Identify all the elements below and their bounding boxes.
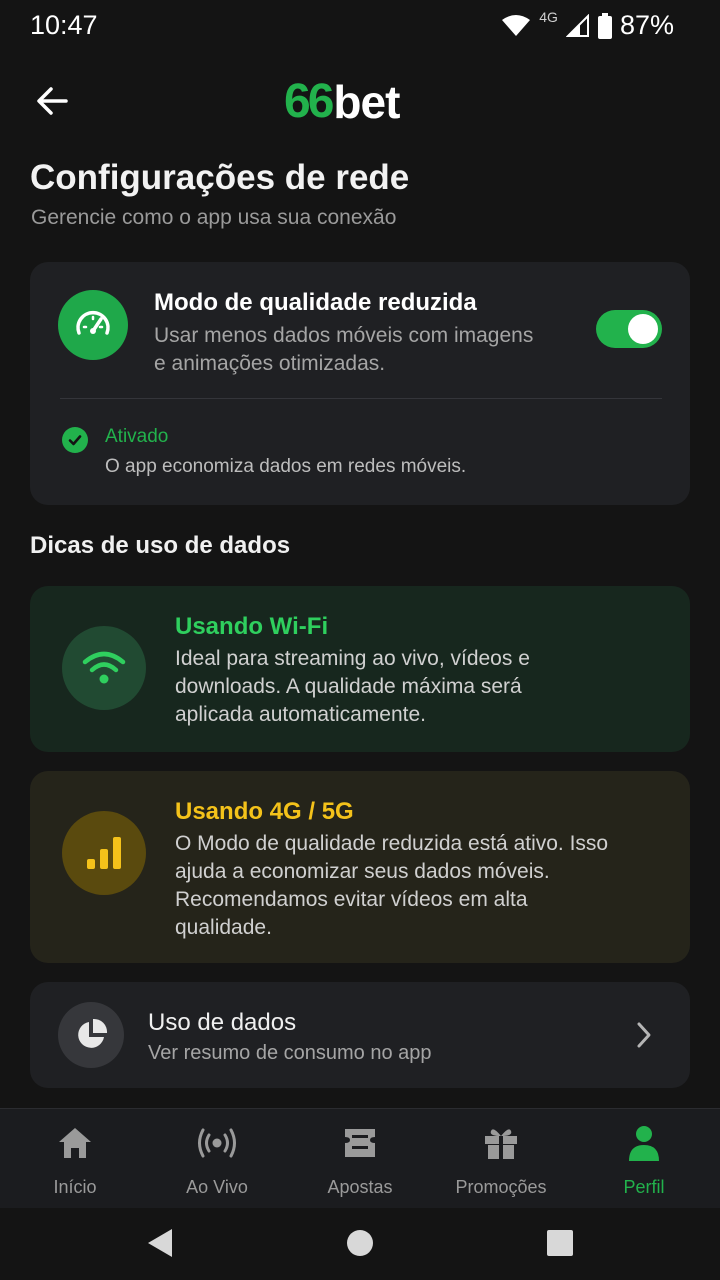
network-type: 4G xyxy=(539,8,558,25)
nav-item-inicio[interactable]: Início xyxy=(15,1123,135,1198)
quality-mode-card: Modo de qualidade reduzida Usar menos da… xyxy=(30,262,690,505)
signal-bars-icon xyxy=(62,811,146,895)
nav-label: Ao Vivo xyxy=(186,1177,248,1197)
page-subtitle: Gerencie como o app usa sua conexão xyxy=(31,206,397,229)
ticket-icon xyxy=(342,1123,378,1163)
wifi-icon xyxy=(62,626,146,710)
status-indicators: 4G 87% xyxy=(501,8,674,41)
page-title: Configurações de rede xyxy=(30,158,410,197)
status-time: 10:47 xyxy=(30,10,98,40)
battery-icon xyxy=(597,12,612,39)
nav-label: Perfil xyxy=(623,1177,665,1197)
data-usage-row[interactable]: Uso de dados Ver resumo de consumo no ap… xyxy=(30,982,690,1088)
gift-icon xyxy=(483,1123,519,1163)
wifi-tip-description: Ideal para streaming ao vivo, vídeos e d… xyxy=(175,647,530,726)
mobile-tip-card: Usando 4G / 5G O Modo de qualidade reduz… xyxy=(30,771,690,963)
speedometer-icon xyxy=(58,290,128,360)
divider xyxy=(60,398,662,399)
nav-label: Promoções xyxy=(455,1177,547,1197)
battery-percent: 87% xyxy=(619,10,674,40)
back-triangle-icon[interactable] xyxy=(144,1226,174,1260)
toggle-knob xyxy=(628,314,658,344)
nav-label: Apostas xyxy=(327,1177,393,1197)
user-icon xyxy=(626,1123,662,1163)
data-usage-title: Uso de dados xyxy=(148,1009,297,1036)
wifi-tip-card: Usando Wi-Fi Ideal para streaming ao viv… xyxy=(30,586,690,752)
quality-mode-title: Modo de qualidade reduzida xyxy=(154,289,477,316)
back-button[interactable] xyxy=(26,78,78,124)
mobile-tip-description: O Modo de qualidade reduzida está ativo.… xyxy=(175,832,609,939)
nav-label: Início xyxy=(53,1177,97,1197)
home-icon xyxy=(57,1123,93,1163)
wifi-tip-title: Usando Wi-Fi xyxy=(175,613,329,640)
check-circle-icon xyxy=(62,427,88,453)
cell-signal-icon xyxy=(565,13,589,37)
quality-mode-description: Usar menos dados móveis com imagens e an… xyxy=(154,324,534,375)
chevron-right-icon xyxy=(637,1022,651,1048)
logo-number: 66 xyxy=(284,75,334,128)
quality-mode-toggle[interactable] xyxy=(596,310,662,348)
brand-logo: 66 bet xyxy=(284,74,400,129)
nav-item-promocoes[interactable]: Promoções xyxy=(441,1123,561,1198)
nav-item-perfil[interactable]: Perfil xyxy=(584,1123,704,1198)
quality-mode-status: Ativado xyxy=(105,426,169,447)
live-broadcast-icon xyxy=(196,1123,238,1163)
tips-section-title: Dicas de uso de dados xyxy=(30,532,291,559)
wifi-status-icon xyxy=(502,14,531,36)
recents-square-icon[interactable] xyxy=(545,1226,575,1260)
home-circle-icon[interactable] xyxy=(345,1226,375,1260)
pie-chart-icon xyxy=(58,1002,124,1068)
quality-mode-status-description: O app economiza dados em redes móveis. xyxy=(105,456,467,477)
nav-item-ao-vivo[interactable]: Ao Vivo xyxy=(157,1123,277,1198)
logo-text: bet xyxy=(333,75,400,128)
data-usage-subtitle: Ver resumo de consumo no app xyxy=(148,1042,432,1064)
nav-item-apostas[interactable]: Apostas xyxy=(300,1123,420,1198)
system-navigation-bar xyxy=(0,1208,720,1280)
bottom-navigation: Início Ao Vivo Apostas Promoções Perfil xyxy=(0,1108,720,1209)
arrow-left-icon xyxy=(37,87,68,115)
mobile-tip-title: Usando 4G / 5G xyxy=(175,798,354,825)
